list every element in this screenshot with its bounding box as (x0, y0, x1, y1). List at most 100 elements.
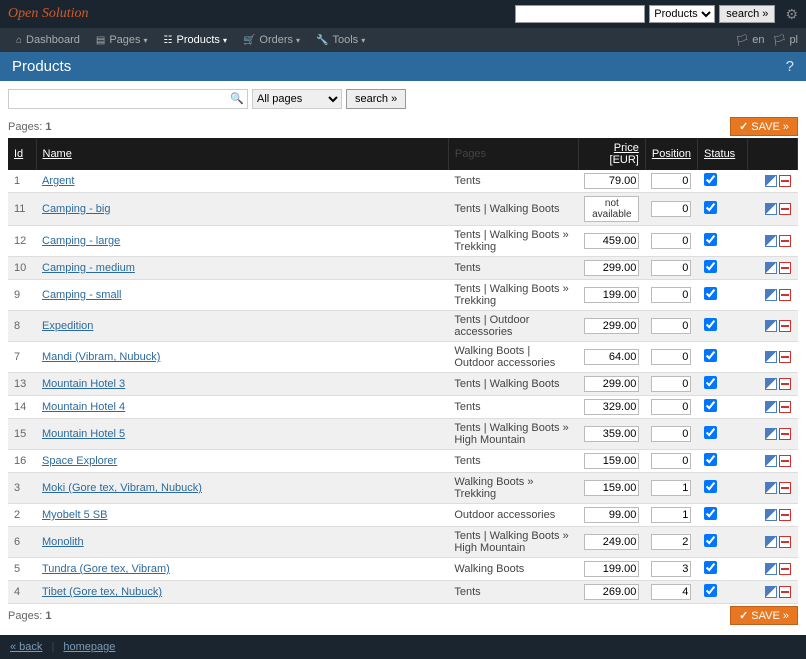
delete-icon[interactable] (779, 320, 791, 332)
price-input[interactable] (584, 173, 639, 189)
status-checkbox[interactable] (704, 561, 717, 574)
delete-icon[interactable] (779, 401, 791, 413)
product-link[interactable]: Expedition (42, 320, 93, 332)
edit-icon[interactable] (765, 351, 777, 363)
delete-icon[interactable] (779, 378, 791, 390)
delete-icon[interactable] (779, 289, 791, 301)
price-input[interactable] (584, 233, 639, 249)
product-link[interactable]: Mountain Hotel 4 (42, 401, 125, 413)
edit-icon[interactable] (765, 262, 777, 274)
save-button-top[interactable]: SAVE » (730, 117, 798, 136)
delete-icon[interactable] (779, 262, 791, 274)
edit-icon[interactable] (765, 509, 777, 521)
status-checkbox[interactable] (704, 426, 717, 439)
delete-icon[interactable] (779, 203, 791, 215)
price-input[interactable] (584, 349, 639, 365)
status-checkbox[interactable] (704, 453, 717, 466)
status-checkbox[interactable] (704, 480, 717, 493)
sort-position[interactable]: Position (652, 148, 691, 160)
product-link[interactable]: Myobelt 5 SB (42, 509, 107, 521)
position-input[interactable] (651, 287, 691, 303)
price-input[interactable] (584, 260, 639, 276)
delete-icon[interactable] (779, 536, 791, 548)
position-input[interactable] (651, 480, 691, 496)
position-input[interactable] (651, 426, 691, 442)
product-link[interactable]: Space Explorer (42, 455, 117, 467)
edit-icon[interactable] (765, 455, 777, 467)
delete-icon[interactable] (779, 509, 791, 521)
delete-icon[interactable] (779, 235, 791, 247)
status-checkbox[interactable] (704, 507, 717, 520)
price-input[interactable] (584, 399, 639, 415)
product-link[interactable]: Argent (42, 175, 74, 187)
position-input[interactable] (651, 584, 691, 600)
price-input[interactable] (584, 426, 639, 442)
back-link[interactable]: « back (10, 641, 42, 653)
top-search-input[interactable] (515, 5, 645, 23)
product-link[interactable]: Moki (Gore tex, Vibram, Nubuck) (42, 482, 202, 494)
top-type-select[interactable]: Products (649, 5, 715, 23)
help-icon[interactable]: ? (786, 58, 794, 75)
sort-price[interactable]: Price (614, 142, 639, 154)
sort-id[interactable]: Id (14, 148, 23, 160)
edit-icon[interactable] (765, 175, 777, 187)
status-checkbox[interactable] (704, 201, 717, 214)
price-input[interactable] (584, 318, 639, 334)
status-checkbox[interactable] (704, 584, 717, 597)
edit-icon[interactable] (765, 203, 777, 215)
product-link[interactable]: Camping - small (42, 289, 121, 301)
price-input[interactable] (584, 507, 639, 523)
nav-item-orders[interactable]: 🛒Orders▾ (235, 34, 308, 46)
delete-icon[interactable] (779, 482, 791, 494)
position-input[interactable] (651, 260, 691, 276)
price-input[interactable] (584, 534, 639, 550)
position-input[interactable] (651, 534, 691, 550)
product-link[interactable]: Monolith (42, 536, 84, 548)
position-input[interactable] (651, 507, 691, 523)
nav-item-tools[interactable]: 🔧Tools▾ (308, 34, 373, 46)
product-link[interactable]: Mountain Hotel 5 (42, 428, 125, 440)
price-input[interactable] (584, 376, 639, 392)
filter-search-button[interactable]: search » (346, 89, 406, 109)
product-link[interactable]: Mandi (Vibram, Nubuck) (42, 351, 160, 363)
product-link[interactable]: Tundra (Gore tex, Vibram) (42, 563, 170, 575)
delete-icon[interactable] (779, 455, 791, 467)
gear-icon[interactable]: ⚙ (785, 6, 798, 23)
nav-item-dashboard[interactable]: ⌂Dashboard (8, 34, 88, 46)
edit-icon[interactable] (765, 235, 777, 247)
status-checkbox[interactable] (704, 318, 717, 331)
lang-pl[interactable]: 🏳 pl (772, 34, 798, 47)
nav-item-pages[interactable]: ▤Pages▾ (88, 34, 156, 46)
filter-pages-select[interactable]: All pages (252, 89, 342, 109)
price-input[interactable] (584, 561, 639, 577)
delete-icon[interactable] (779, 563, 791, 575)
status-checkbox[interactable] (704, 376, 717, 389)
edit-icon[interactable] (765, 378, 777, 390)
product-link[interactable]: Camping - large (42, 235, 120, 247)
delete-icon[interactable] (779, 175, 791, 187)
status-checkbox[interactable] (704, 260, 717, 273)
position-input[interactable] (651, 561, 691, 577)
status-checkbox[interactable] (704, 233, 717, 246)
edit-icon[interactable] (765, 586, 777, 598)
status-checkbox[interactable] (704, 399, 717, 412)
product-link[interactable]: Mountain Hotel 3 (42, 378, 125, 390)
edit-icon[interactable] (765, 482, 777, 494)
edit-icon[interactable] (765, 428, 777, 440)
product-link[interactable]: Camping - big (42, 203, 110, 215)
price-input[interactable] (584, 453, 639, 469)
edit-icon[interactable] (765, 320, 777, 332)
status-checkbox[interactable] (704, 349, 717, 362)
filter-search-input[interactable] (8, 89, 248, 109)
position-input[interactable] (651, 399, 691, 415)
position-input[interactable] (651, 318, 691, 334)
status-checkbox[interactable] (704, 173, 717, 186)
delete-icon[interactable] (779, 351, 791, 363)
price-input[interactable] (584, 480, 639, 496)
position-input[interactable] (651, 453, 691, 469)
edit-icon[interactable] (765, 289, 777, 301)
product-link[interactable]: Tibet (Gore tex, Nubuck) (42, 586, 162, 598)
sort-status[interactable]: Status (704, 148, 735, 160)
price-input[interactable] (584, 287, 639, 303)
position-input[interactable] (651, 376, 691, 392)
